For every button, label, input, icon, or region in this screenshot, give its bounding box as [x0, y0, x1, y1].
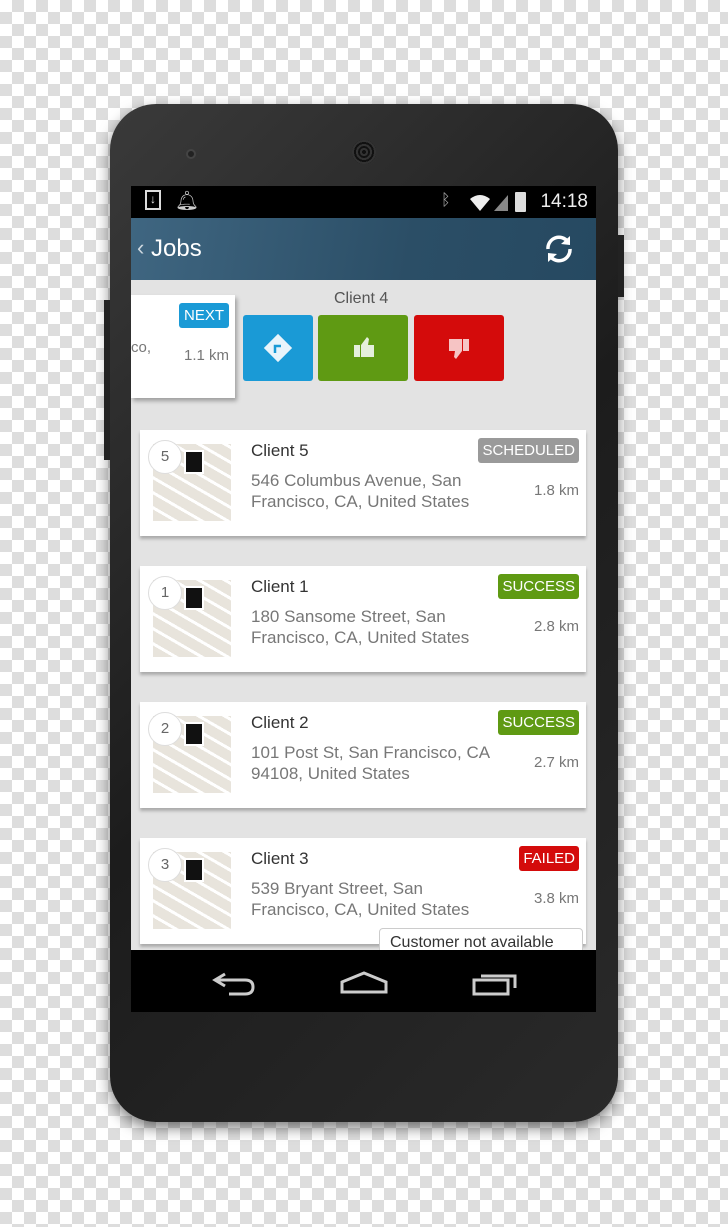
job-order-number: 1 — [148, 576, 182, 610]
status-badge: SUCCESS — [498, 574, 579, 599]
job-order-number: 2 — [148, 712, 182, 746]
job-name: Client 3 — [251, 849, 309, 868]
page-title[interactable]: Jobs — [151, 235, 202, 263]
success-button[interactable] — [318, 315, 408, 381]
wifi-signal-icon — [470, 195, 508, 211]
clock: 14:18 — [540, 191, 588, 212]
front-camera — [186, 149, 196, 159]
job-address: 539 Bryant Street, San Francisco, CA, Un… — [251, 879, 470, 919]
job-address: co, — [131, 339, 152, 356]
navigation-bar — [131, 950, 596, 1012]
directions-button[interactable] — [243, 315, 313, 381]
directions-icon — [263, 333, 293, 363]
job-address: 180 Sansome Street, San Francisco, CA, U… — [251, 607, 470, 647]
building-pin-icon — [184, 450, 204, 474]
refresh-icon[interactable] — [542, 232, 576, 266]
power-button — [618, 235, 624, 297]
job-address: 546 Columbus Avenue, San Francisco, CA, … — [251, 471, 470, 511]
app-bar: ‹ Jobs — [131, 218, 596, 280]
active-job-card[interactable]: NEXT co, 1.1 km — [131, 295, 235, 398]
job-name: Client 5 — [251, 441, 309, 460]
home-icon[interactable] — [339, 968, 389, 998]
job-distance: 2.8 km — [533, 618, 579, 635]
bell-icon: 🔔︎ — [175, 191, 200, 212]
status-badge: SUCCESS — [498, 710, 579, 735]
chevron-left-icon[interactable]: ‹ — [137, 235, 144, 261]
job-card[interactable]: 1 Client 1 180 Sansome Street, San Franc… — [140, 566, 586, 672]
volume-button — [104, 300, 110, 460]
failed-button[interactable] — [414, 315, 504, 381]
job-card[interactable]: 5 Client 5 546 Columbus Avenue, San Fran… — [140, 430, 586, 536]
recent-apps-icon[interactable] — [471, 968, 519, 998]
building-pin-icon — [184, 586, 204, 610]
job-distance: 3.8 km — [533, 890, 579, 907]
job-order-number: 3 — [148, 848, 182, 882]
bluetooth-icon: ᛒ — [441, 192, 451, 209]
active-job-name: Client 4 — [334, 290, 389, 307]
earpiece-speaker — [352, 140, 376, 164]
job-address: 101 Post St, San Francisco, CA 94108, Un… — [251, 743, 490, 783]
download-icon: ↓ — [145, 190, 161, 210]
status-badge: SCHEDULED — [478, 438, 579, 463]
status-badge: FAILED — [519, 846, 579, 871]
job-distance: 1.1 km — [183, 347, 229, 364]
building-pin-icon — [184, 722, 204, 746]
thumbs-down-icon — [449, 339, 469, 359]
status-bar: ↓ 🔔︎ ᛒ 14:18 — [131, 186, 596, 218]
job-name: Client 1 — [251, 577, 309, 596]
screen: ↓ 🔔︎ ᛒ 14:18 ‹ Jobs NEXT co, 1.1 km Clie… — [131, 186, 596, 1012]
back-icon[interactable] — [211, 968, 257, 998]
status-badge: NEXT — [178, 303, 229, 328]
job-card[interactable]: 2 Client 2 101 Post St, San Francisco, C… — [140, 702, 586, 808]
job-distance: 1.8 km — [533, 482, 579, 499]
thumbs-up-icon — [354, 337, 374, 357]
building-pin-icon — [184, 858, 204, 882]
job-card[interactable]: 3 Client 3 539 Bryant Street, San Franci… — [140, 838, 586, 958]
job-distance: 2.7 km — [533, 754, 579, 771]
job-order-number: 5 — [148, 440, 182, 474]
jobs-list[interactable]: NEXT co, 1.1 km Client 4 5 Client 5 546 … — [131, 280, 596, 958]
job-name: Client 2 — [251, 713, 309, 732]
battery-icon — [515, 192, 526, 212]
